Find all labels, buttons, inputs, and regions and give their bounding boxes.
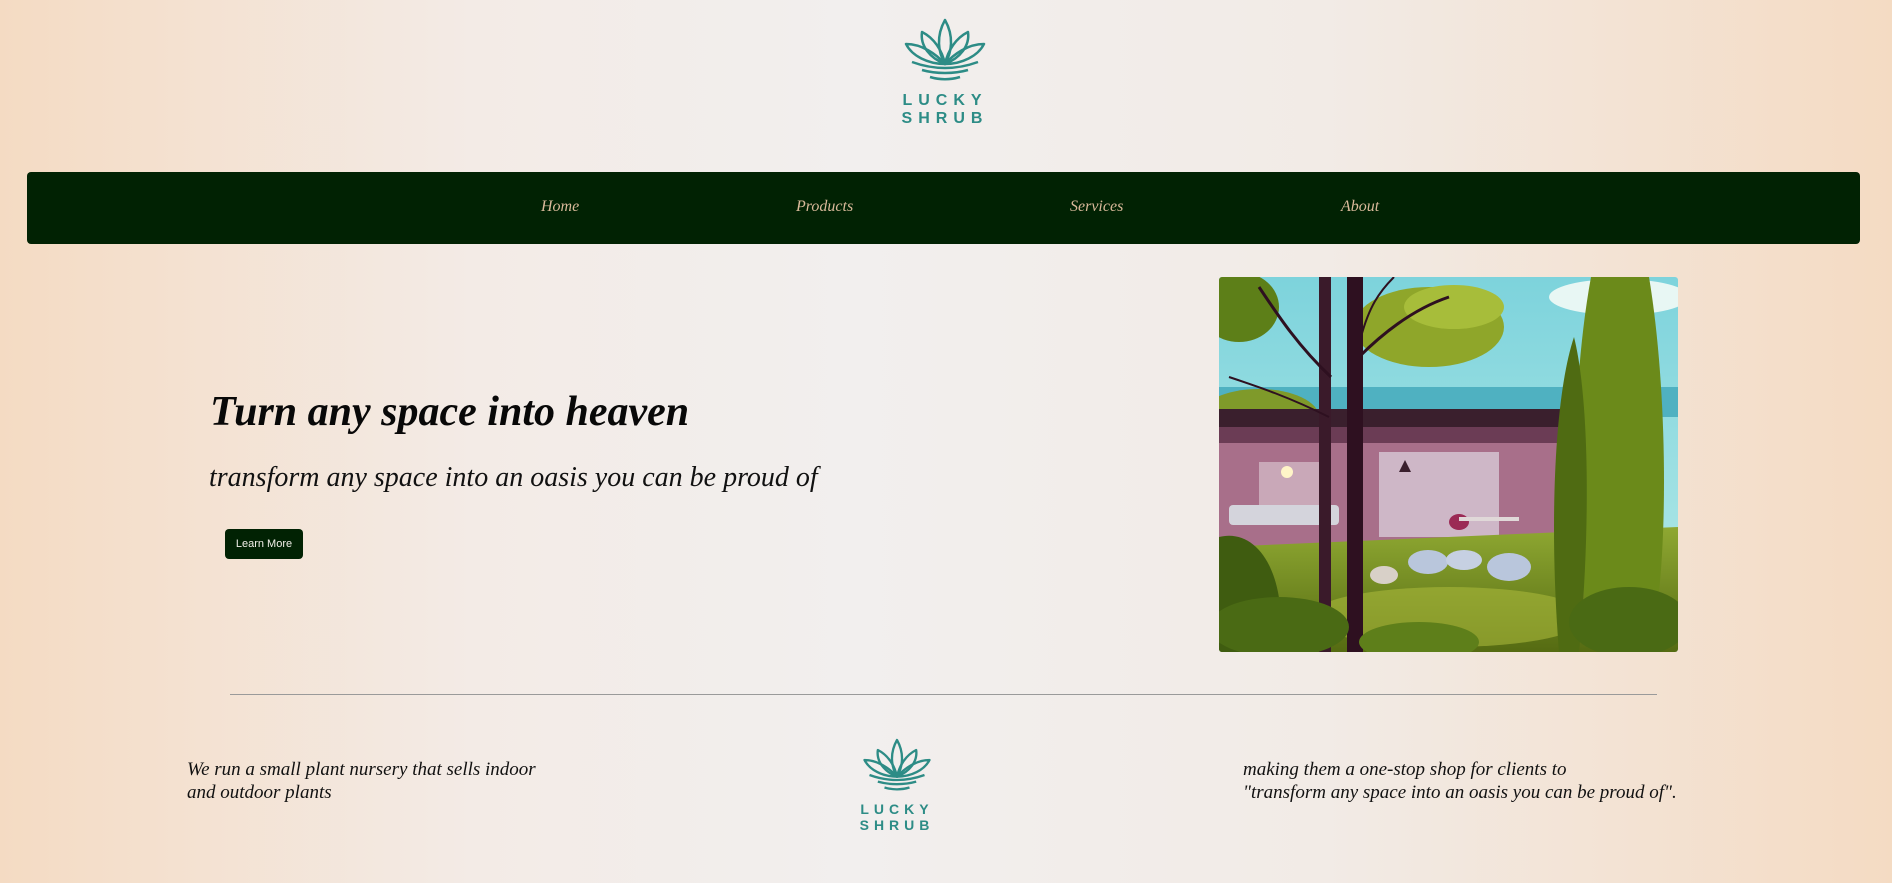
hero-image [1219, 277, 1678, 652]
leaf-plant-icon [904, 18, 986, 81]
learn-more-button[interactable]: Learn More [225, 529, 303, 559]
hero-subtitle: transform any space into an oasis you ca… [209, 462, 818, 493]
nav-home[interactable]: Home [541, 198, 579, 216]
footer-left-line2: and outdoor plants [187, 782, 332, 803]
footer-right-text: making them a one-stop shop for clients … [1243, 758, 1677, 804]
footer-right-line2: "transform any space into an oasis you c… [1243, 782, 1677, 803]
footer-left-line1: We run a small plant nursery that sells … [187, 759, 536, 780]
footer-left-text: We run a small plant nursery that sells … [187, 758, 536, 804]
footer-logo-text-shrub: SHRUB [859, 817, 935, 833]
modern-garden-house-illustration-icon [1219, 277, 1678, 652]
main-navbar: Home Products Services About [27, 172, 1860, 244]
brand-logo[interactable]: LUCKY SHRUB [890, 14, 1000, 127]
section-divider [230, 694, 1657, 695]
logo-text-lucky: LUCKY [902, 92, 988, 109]
nav-services[interactable]: Services [1070, 198, 1123, 216]
logo-text-shrub: SHRUB [901, 110, 989, 127]
footer-logo-text-lucky: LUCKY [860, 801, 934, 817]
footer-logo[interactable]: LUCKY SHRUB [850, 735, 944, 832]
leaf-plant-icon [863, 738, 931, 791]
nav-products[interactable]: Products [796, 198, 853, 216]
footer-right-line1: making them a one-stop shop for clients … [1243, 759, 1567, 780]
hero-title: Turn any space into heaven [210, 389, 690, 435]
nav-about[interactable]: About [1341, 198, 1379, 216]
